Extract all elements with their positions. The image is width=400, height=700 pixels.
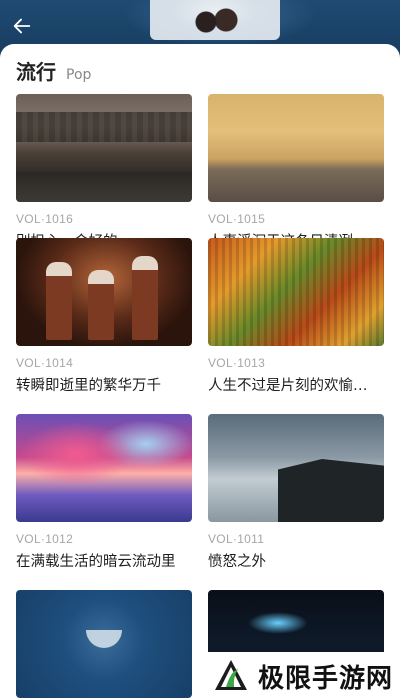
volume-title[interactable]: 转瞬即逝里的繁华万千 bbox=[16, 374, 192, 395]
volume-number: VOL·1011 bbox=[208, 532, 265, 546]
category-title: 流行 bbox=[16, 60, 56, 84]
watermark-logo-icon bbox=[212, 657, 250, 695]
volume-thumbnail[interactable] bbox=[16, 94, 192, 202]
volume-title[interactable]: 人生不过是片刻的欢愉… bbox=[208, 374, 384, 395]
volume-thumbnail[interactable] bbox=[16, 414, 192, 522]
volume-number: VOL·1014 bbox=[16, 356, 74, 370]
category-header: 流行 Pop bbox=[16, 56, 92, 84]
volume-card[interactable]: VOL·1013 人生不过是片刻的欢愉… bbox=[208, 238, 384, 395]
volume-thumbnail[interactable] bbox=[208, 238, 384, 346]
thumbnail-figure bbox=[88, 270, 114, 340]
volume-number: VOL·1013 bbox=[208, 356, 266, 370]
volume-number: VOL·1015 bbox=[208, 212, 266, 226]
watermark-text: 极限手游网 bbox=[258, 663, 394, 694]
volume-number: VOL·1012 bbox=[16, 532, 74, 546]
category-subtitle: Pop bbox=[66, 67, 92, 83]
site-watermark: 极限手游网 bbox=[208, 652, 400, 700]
back-button[interactable] bbox=[8, 12, 36, 40]
volume-card[interactable] bbox=[16, 590, 192, 698]
volume-thumbnail[interactable] bbox=[16, 590, 192, 698]
volume-title[interactable]: 在满载生活的暗云流动里 bbox=[16, 550, 192, 571]
volume-title[interactable]: 愤怒之外 bbox=[208, 550, 384, 571]
thumbnail-figure bbox=[132, 256, 158, 340]
volume-number: VOL·1016 bbox=[16, 212, 74, 226]
thumbnail-figure bbox=[46, 262, 72, 340]
volume-thumbnail[interactable] bbox=[208, 94, 384, 202]
volume-thumbnail[interactable] bbox=[16, 238, 192, 346]
volume-card[interactable]: VOL·1014 转瞬即逝里的繁华万千 bbox=[16, 238, 192, 395]
back-arrow-icon bbox=[13, 18, 31, 34]
volume-card[interactable]: VOL·1015 人事浮沉于这冬日清冽… bbox=[208, 94, 384, 251]
volume-card[interactable]: VOL·1012 在满载生活的暗云流动里 bbox=[16, 414, 192, 571]
content-sheet: 流行 Pop VOL·1016 别担心，会好的。 VOL·1015 人事浮沉于这… bbox=[0, 44, 400, 700]
volume-card[interactable]: VOL·1016 别担心，会好的。 bbox=[16, 94, 192, 251]
volume-thumbnail[interactable] bbox=[208, 414, 384, 522]
hero-image-couple bbox=[192, 4, 240, 38]
volume-card[interactable]: VOL·1011 愤怒之外 bbox=[208, 414, 384, 571]
